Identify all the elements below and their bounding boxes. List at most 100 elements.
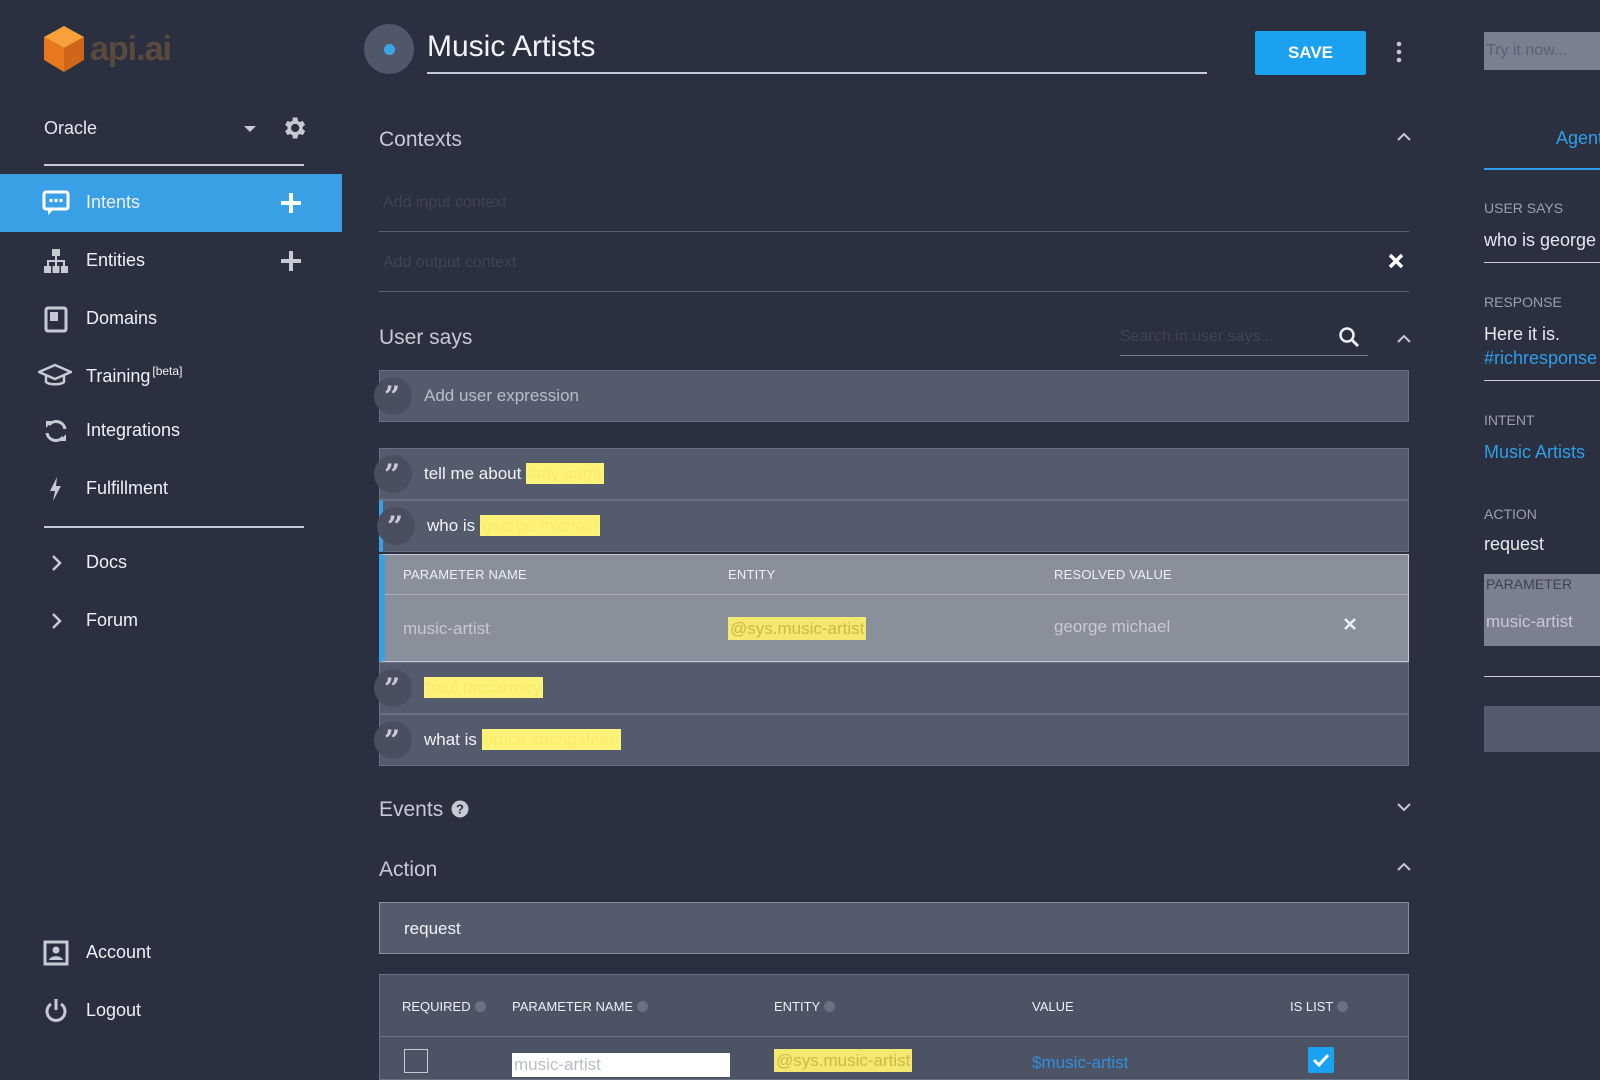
entity-highlight[interactable]: lady gaga bbox=[526, 463, 604, 484]
agent-tab[interactable]: Agent bbox=[1556, 128, 1600, 149]
header-value: VALUE bbox=[1032, 999, 1074, 1014]
sidebar-item-entities[interactable]: Entities bbox=[0, 232, 342, 290]
account-icon bbox=[43, 940, 69, 966]
quote-icon: ” bbox=[374, 669, 412, 707]
output-context-field[interactable]: Add output context bbox=[379, 234, 1409, 292]
user-expression-row[interactable]: ” tell me about lady gaga bbox=[374, 448, 1409, 500]
help-icon[interactable] bbox=[824, 1001, 836, 1012]
sidebar-item-fulfillment[interactable]: Fulfillment bbox=[0, 460, 342, 518]
add-entity-icon[interactable] bbox=[280, 250, 302, 272]
entity-highlight[interactable]: paul mccartney bbox=[424, 677, 544, 698]
agent-selector[interactable]: Oracle bbox=[44, 112, 306, 166]
sidebar-item-account[interactable]: Account bbox=[0, 924, 342, 982]
action-table-header: REQUIRED PARAMETER NAME ENTITY VALUE IS … bbox=[380, 975, 1408, 1037]
entity-value[interactable]: @sys.music-artist bbox=[774, 1049, 913, 1072]
gear-icon[interactable] bbox=[280, 114, 308, 142]
sync-icon bbox=[45, 420, 67, 442]
chevron-up-icon[interactable] bbox=[1397, 334, 1411, 344]
divider bbox=[1484, 380, 1600, 381]
quote-icon: ” bbox=[374, 377, 412, 415]
entity-highlight[interactable]: george michael bbox=[479, 515, 601, 536]
show-json-button[interactable] bbox=[1484, 706, 1600, 752]
is-list-checkbox[interactable] bbox=[1308, 1047, 1334, 1073]
add-user-expression-input[interactable]: ” Add user expression bbox=[374, 370, 1409, 422]
user-says-label: USER SAYS bbox=[1484, 200, 1564, 216]
header-parameter-name: PARAMETER NAME bbox=[403, 567, 527, 582]
beta-badge: [beta] bbox=[152, 364, 183, 378]
graduation-cap-icon bbox=[38, 363, 72, 386]
add-intent-icon[interactable] bbox=[280, 192, 302, 214]
action-value: request bbox=[404, 919, 461, 938]
try-placeholder: Try it now... bbox=[1486, 42, 1568, 59]
caret-down-icon[interactable] bbox=[244, 126, 256, 132]
entity-highlight[interactable]: bruce springsteen bbox=[481, 729, 621, 750]
save-button[interactable]: SAVE bbox=[1255, 31, 1366, 75]
try-it-now-input[interactable]: Try it now... bbox=[1484, 32, 1600, 70]
intent-priority-button[interactable] bbox=[364, 24, 414, 74]
api-ai-logo[interactable]: api.ai bbox=[44, 26, 172, 72]
chevron-up-icon[interactable] bbox=[1397, 132, 1411, 142]
user-says-search-input[interactable]: Search in user says... bbox=[1120, 322, 1368, 356]
action-title[interactable]: Action bbox=[379, 858, 437, 882]
sidebar-item-label: Domains bbox=[86, 308, 158, 328]
sidebar-item-label: Docs bbox=[86, 552, 128, 572]
response-link[interactable]: #richresponse bbox=[1484, 348, 1597, 369]
parameter-name-value[interactable]: music-artist bbox=[403, 619, 490, 639]
chevron-right-icon bbox=[52, 555, 62, 571]
sidebar-item-training[interactable]: Training [beta] bbox=[0, 346, 342, 404]
user-expression-row[interactable]: ” what is bruce springsteen bbox=[374, 714, 1409, 766]
value-link[interactable]: $music-artist bbox=[1032, 1053, 1128, 1073]
action-label: ACTION bbox=[1484, 506, 1537, 522]
help-icon[interactable] bbox=[1337, 1001, 1349, 1012]
sidebar-item-intents[interactable]: Intents bbox=[0, 174, 342, 232]
parameter-name-input[interactable]: music-artist bbox=[512, 1053, 730, 1077]
chevron-up-icon[interactable] bbox=[1397, 862, 1411, 872]
remove-parameter-icon[interactable] bbox=[1343, 617, 1357, 631]
more-options-icon[interactable] bbox=[1393, 40, 1405, 64]
sidebar-item-docs[interactable]: Docs bbox=[0, 534, 342, 592]
parameter-entity-value[interactable]: @sys.music-artist bbox=[728, 617, 867, 640]
required-checkbox[interactable] bbox=[404, 1049, 428, 1073]
parameter-value: music-artist bbox=[1486, 612, 1573, 631]
sidebar-item-label: Training [beta] bbox=[86, 364, 183, 386]
sidebar-item-logout[interactable]: Logout bbox=[0, 982, 342, 1040]
sidebar-item-forum[interactable]: Forum bbox=[0, 592, 342, 650]
user-says-value: who is george m bbox=[1484, 230, 1600, 250]
resolved-value[interactable]: george michael bbox=[1054, 617, 1170, 637]
chat-bubble-icon bbox=[42, 190, 70, 215]
parameter-block: PARAMETER music-artist bbox=[1484, 574, 1600, 646]
close-icon[interactable] bbox=[1387, 252, 1405, 270]
user-says-title[interactable]: User says bbox=[379, 326, 472, 350]
user-expression-row-selected[interactable]: ” who is george michael bbox=[377, 500, 1409, 552]
sidebar-item-label: Integrations bbox=[86, 420, 181, 440]
chevron-down-icon[interactable] bbox=[1397, 802, 1411, 812]
help-icon[interactable]: ? bbox=[451, 800, 469, 818]
input-context-field[interactable]: Add input context bbox=[379, 174, 1409, 232]
user-expression-row[interactable]: ” paul mccartney bbox=[374, 662, 1409, 714]
add-expression-placeholder: Add user expression bbox=[424, 386, 579, 405]
sidebar-item-integrations[interactable]: Integrations bbox=[0, 402, 342, 460]
contexts-title[interactable]: Contexts bbox=[379, 128, 462, 152]
intent-editor: Music Artists SAVE Contexts Add input co… bbox=[342, 0, 1414, 1080]
expression-text: paul mccartney bbox=[424, 677, 544, 698]
expression-text: what is bruce springsteen bbox=[424, 729, 621, 750]
intent-label: INTENT bbox=[1484, 412, 1535, 428]
help-icon[interactable] bbox=[474, 1001, 486, 1012]
intent-link[interactable]: Music Artists bbox=[1484, 442, 1585, 463]
chevron-right-icon bbox=[52, 613, 62, 629]
search-placeholder: Search in user says... bbox=[1120, 328, 1274, 345]
quote-icon: ” bbox=[374, 455, 412, 493]
search-icon[interactable] bbox=[1338, 326, 1360, 348]
action-input[interactable]: request bbox=[379, 902, 1409, 954]
test-console-panel: Try it now... Agent USER SAYS who is geo… bbox=[1448, 0, 1600, 1080]
events-title[interactable]: Events ? bbox=[379, 798, 469, 822]
lightning-icon bbox=[50, 477, 61, 501]
sidebar-item-domains[interactable]: Domains bbox=[0, 290, 342, 348]
header-resolved-value: RESOLVED VALUE bbox=[1054, 567, 1172, 582]
help-icon[interactable] bbox=[637, 1001, 649, 1012]
hierarchy-icon bbox=[44, 249, 68, 273]
intent-name-input[interactable]: Music Artists bbox=[427, 26, 1207, 74]
input-context-placeholder: Add input context bbox=[383, 194, 507, 211]
sidebar: api.ai Oracle Intents Entities Domains T… bbox=[0, 0, 342, 1080]
header-parameter-name: PARAMETER NAME bbox=[512, 999, 649, 1014]
